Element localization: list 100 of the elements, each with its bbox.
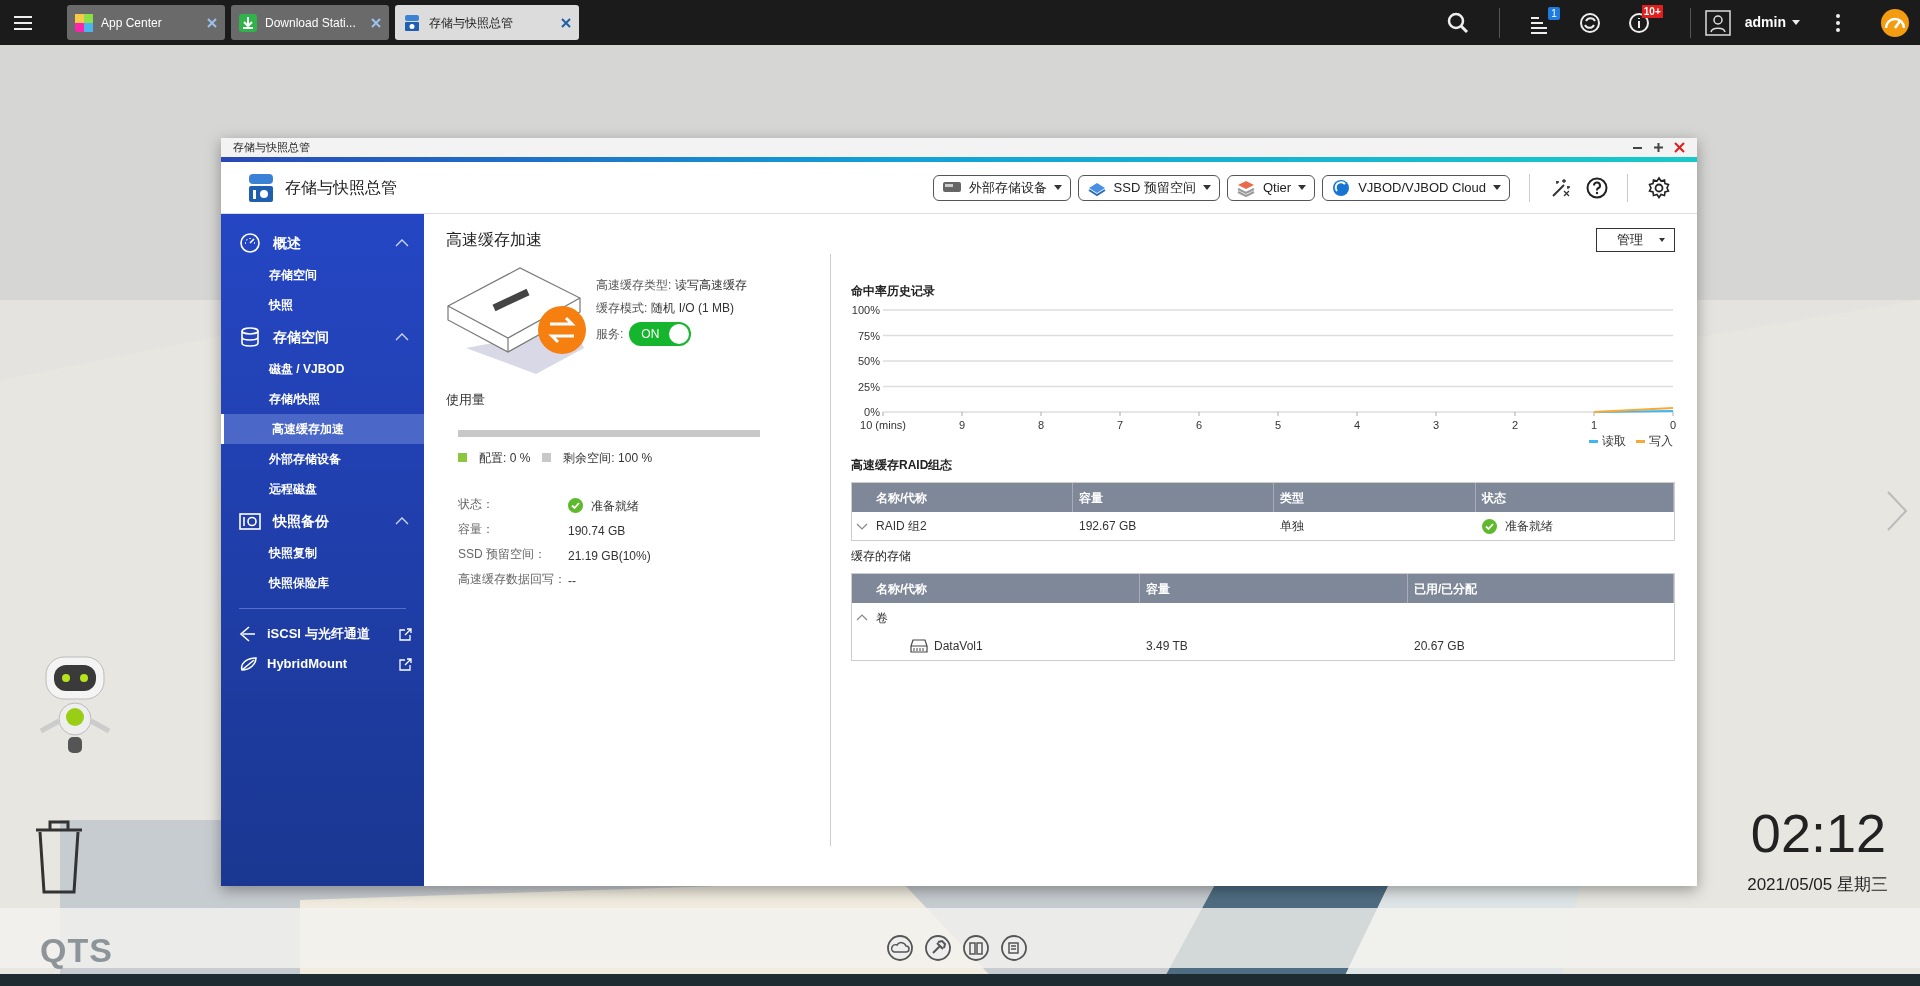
settings-icon[interactable] [1647,175,1671,200]
cloud-drive-icon [1331,178,1352,197]
column-header[interactable]: 名称/代称 [852,483,1073,512]
column-header[interactable]: 类型 [1274,483,1476,512]
axis-tick-label: 100% [851,304,880,316]
sidebar-item[interactable]: 快照 [221,290,424,320]
field-value: 随机 I/O (1 MB) [651,300,734,317]
sidebar-item[interactable]: 快照保险库 [221,568,424,598]
column-header[interactable]: 名称/代称 [852,574,1140,603]
manage-button[interactable]: 管理 [1596,228,1675,252]
chevron-icon[interactable] [856,613,868,622]
leaf-icon [239,654,257,674]
legend-label: 写入 [1649,433,1673,450]
sidebar-section[interactable]: 概述 [221,226,424,260]
detail-value: -- [568,572,576,590]
toolbar-button[interactable]: SSD 预留空间 [1077,174,1220,201]
detail-value: 准备就绪 [591,497,639,515]
app-grid-icon [75,13,93,32]
column-header[interactable]: 容量 [1140,574,1408,603]
table-cell-text: DataVol1 [934,638,983,655]
close-icon[interactable] [1674,142,1685,153]
sidebar-item[interactable]: 远程磁盘 [221,474,424,504]
detail-label: 状态： [458,496,495,513]
qts-logo: QTS [40,930,113,971]
gauge-icon[interactable] [1880,7,1910,38]
database-icon [239,326,261,348]
group-label: 卷 [876,609,888,627]
taskbar-tab[interactable]: Download Stati... [231,5,389,40]
caret-icon [1792,20,1800,25]
axis-tick-label: 3 [1432,419,1440,431]
sync-icon[interactable] [1577,10,1602,35]
detail-label: SSD 预留空间： [458,546,547,563]
field-label: 缓存模式: [596,300,648,317]
column-header[interactable]: 状态 [1476,483,1674,512]
sidebar-item[interactable]: 高速缓存加速 [221,414,424,444]
table-row[interactable]: RAID 组2 192.67 GB 单独 准备就绪 [852,512,1674,540]
section-title: 高速缓存RAID组态 [851,457,954,474]
detail-value: 21.19 GB(10%) [568,547,651,565]
sidebar-item[interactable]: 存储/快照 [221,384,424,414]
sidebar-link[interactable]: HybridMount [221,649,424,679]
page-title: 高速缓存加速 [446,230,542,250]
toolbar-button[interactable]: 外部存储设备 [932,174,1071,201]
user-icon[interactable] [1704,9,1731,36]
detail-label: 高速缓存数据回写： [458,571,567,588]
close-icon[interactable] [561,17,571,28]
legend-label: 配置: 0 % [479,449,531,467]
sidebar-section[interactable]: 快照备份 [221,504,424,538]
more-icon[interactable] [1836,13,1840,32]
table-cell-text: 3.49 TB [1146,638,1188,655]
sidebar-item[interactable]: 快照复制 [221,538,424,568]
sidebar-link[interactable]: iSCSI 与光纤通道 [221,619,424,649]
search-icon[interactable] [1446,11,1469,34]
download-icon [239,13,257,32]
section-title: 使用量 [446,391,486,409]
sidebar-item[interactable]: 磁盘 / VJBOD [221,354,424,384]
sidebar-item[interactable]: 存储空间 [221,260,424,290]
table-row[interactable]: DataVol1 3.49 TB 20.67 GB [852,632,1674,660]
axis-tick-label: 0 [1669,419,1677,431]
toolbar-button[interactable]: Qtier [1226,174,1316,201]
close-icon[interactable] [371,17,381,28]
help-icon[interactable] [1586,176,1608,199]
column-header[interactable]: 容量 [1073,483,1274,512]
caret-icon [1053,185,1062,190]
sidebar-section[interactable]: 存储空间 [221,320,424,354]
chevron-icon[interactable] [856,521,868,531]
tab-label: App Center [101,14,163,32]
layers-icon [1235,178,1256,197]
table-cell-text: 20.67 GB [1414,638,1465,655]
axis-tick-label: 2 [1511,419,1519,431]
axis-tick-label: 50% [857,355,880,367]
tab-label: Download Stati... [265,14,357,32]
section-title: 缓存的存储 [851,548,912,565]
check-icon [568,498,583,513]
close-icon[interactable] [207,17,217,28]
table-cell-text: RAID 组2 [876,518,927,535]
camera-icon [239,510,261,532]
taskbar-tab[interactable]: App Center [67,5,225,40]
sidebar-item[interactable]: 外部存储设备 [221,444,424,474]
clock-time: 02:12 [1750,806,1886,860]
axis-tick-label: 5 [1274,419,1282,431]
toolbar-button[interactable]: VJBOD/VJBOD Cloud [1322,174,1510,201]
maximize-icon[interactable] [1653,142,1664,153]
axis-tick-label: 4 [1353,419,1361,431]
legend-label: 剩余空间: 100 % [563,449,653,467]
field-label: 服务: [596,326,624,343]
menu-icon[interactable] [12,14,33,31]
taskbar-tab[interactable]: 存储与快照总管 [395,5,579,40]
user-menu[interactable]: admin [1744,12,1800,33]
table-cell-text: 192.67 GB [1079,518,1137,535]
axis-tick-label: 7 [1116,419,1124,431]
count-badge: 1 [1548,6,1560,20]
clock-date: 2021/05/05 星期三 [1747,874,1888,896]
storage-icon [247,172,275,203]
axis-tick-label: 0% [864,406,880,418]
tab-label: 存储与快照总管 [429,14,514,32]
app-title: 存储与快照总管 [285,177,397,198]
column-header[interactable]: 已用/已分配 [1408,574,1674,603]
caret-icon [1493,185,1501,190]
field-label: 高速缓存类型: [596,277,672,294]
caret-icon [1298,185,1307,190]
